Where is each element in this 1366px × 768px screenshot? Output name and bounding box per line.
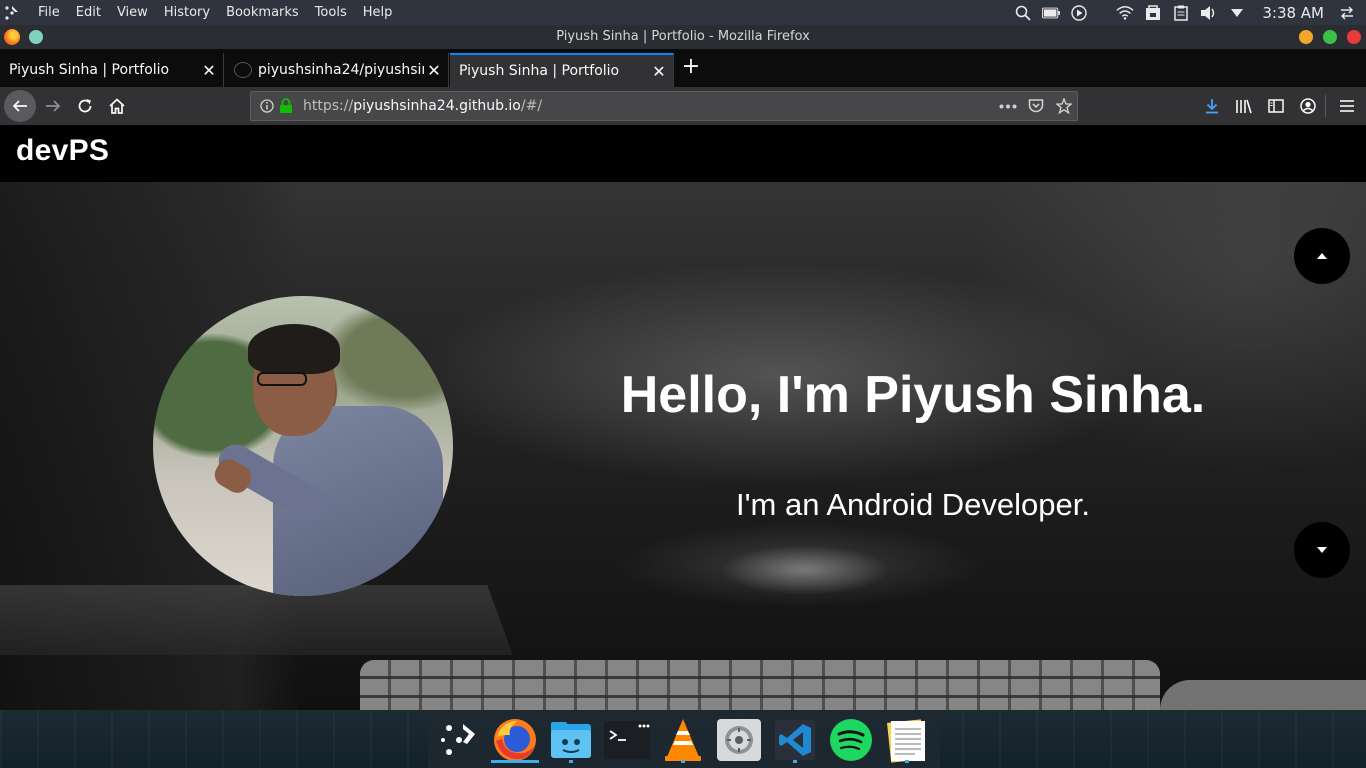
url-text: https://piyushsinha24.github.io/#/ xyxy=(303,92,542,120)
library-button[interactable] xyxy=(1228,90,1260,122)
menu-edit[interactable]: Edit xyxy=(68,0,109,25)
hamburger-icon xyxy=(1340,100,1354,112)
clipboard-icon[interactable] xyxy=(1172,4,1190,22)
tab-label: piyushsinha24/piyushsinha xyxy=(258,62,424,78)
home-button[interactable] xyxy=(101,90,133,122)
system-tray: 3:38 AM xyxy=(1014,0,1366,25)
menu-view[interactable]: View xyxy=(109,0,156,25)
menu-history[interactable]: History xyxy=(156,0,218,25)
file-manager-icon[interactable] xyxy=(547,717,595,763)
account-icon xyxy=(1300,98,1316,114)
wifi-icon[interactable] xyxy=(1116,4,1134,22)
hero-section: Hello, I'm Piyush Sinha. I'm an Android … xyxy=(0,125,1366,710)
window-titlebar[interactable]: Piyush Sinha | Portfolio - Mozilla Firef… xyxy=(0,25,1366,49)
hero-role: I'm an Android Developer. xyxy=(735,487,1091,522)
background-mouse xyxy=(1160,680,1366,710)
profile-photo xyxy=(153,296,453,596)
vlc-icon[interactable] xyxy=(659,717,707,763)
app-launcher-icon[interactable] xyxy=(435,717,483,763)
window-title: Piyush Sinha | Portfolio - Mozilla Firef… xyxy=(556,29,810,44)
running-indicator xyxy=(681,760,685,763)
close-icon[interactable]: ✕ xyxy=(199,61,219,80)
photo-hair xyxy=(248,324,340,374)
running-indicator xyxy=(569,760,573,763)
clock[interactable]: 3:38 AM xyxy=(1262,4,1324,22)
vault-icon[interactable] xyxy=(1144,4,1162,22)
vscode-icon[interactable] xyxy=(771,717,819,763)
menu-help[interactable]: Help xyxy=(355,0,401,25)
running-indicator xyxy=(905,760,909,763)
app-menu-icon[interactable] xyxy=(0,0,24,25)
tab-label: Piyush Sinha | Portfolio xyxy=(459,63,620,79)
system-menubar: File Edit View History Bookmarks Tools H… xyxy=(0,0,1366,25)
menu-bookmarks[interactable]: Bookmarks xyxy=(218,0,307,25)
address-bar[interactable]: https://piyushsinha24.github.io/#/ xyxy=(250,91,1078,121)
caret-up-icon xyxy=(1317,253,1327,259)
sidebar-icon xyxy=(1268,99,1284,113)
arrow-right-icon xyxy=(46,100,61,112)
search-icon[interactable] xyxy=(1014,4,1032,22)
home-icon xyxy=(109,98,125,114)
reload-icon xyxy=(78,99,92,113)
running-indicator xyxy=(491,760,539,763)
url-host: piyushsinha24.github.io xyxy=(353,98,521,114)
account-button[interactable] xyxy=(1292,90,1324,122)
back-button[interactable] xyxy=(4,90,36,122)
toolbar-divider xyxy=(1325,95,1326,117)
dock xyxy=(0,710,1366,768)
minimize-button[interactable] xyxy=(1299,30,1313,44)
firefox-dock-icon[interactable] xyxy=(491,717,539,763)
background-keyboard-rows xyxy=(360,660,1160,710)
volume-icon[interactable] xyxy=(1200,4,1218,22)
scroll-up-button[interactable] xyxy=(1294,228,1350,284)
library-icon xyxy=(1236,99,1252,114)
hamburger-menu-button[interactable] xyxy=(1331,90,1363,122)
site-navbar: devPS xyxy=(0,125,1366,182)
menu-tools[interactable]: Tools xyxy=(307,0,355,25)
close-icon[interactable]: ✕ xyxy=(649,62,669,81)
close-icon[interactable]: ✕ xyxy=(424,61,444,80)
battery-icon[interactable] xyxy=(1042,4,1061,22)
arrow-left-icon xyxy=(12,100,27,112)
lock-icon[interactable] xyxy=(279,98,293,114)
web-page: Hello, I'm Piyush Sinha. I'm an Android … xyxy=(0,125,1366,710)
github-icon xyxy=(234,62,252,78)
chevron-down-icon[interactable] xyxy=(1228,4,1246,22)
running-indicator xyxy=(793,760,797,763)
background-cup xyxy=(720,545,890,595)
menu-file[interactable]: File xyxy=(30,0,68,25)
info-icon[interactable] xyxy=(260,99,274,113)
sidebar-toggle-button[interactable] xyxy=(1260,90,1292,122)
system-settings-icon[interactable] xyxy=(715,717,763,763)
caret-down-icon xyxy=(1317,547,1327,553)
pocket-icon[interactable] xyxy=(1028,98,1044,114)
photo-glasses xyxy=(257,372,307,386)
close-window-button[interactable] xyxy=(1347,30,1361,44)
site-brand[interactable]: devPS xyxy=(16,134,109,168)
tab-portfolio-active[interactable]: Piyush Sinha | Portfolio ✕ xyxy=(450,53,674,87)
tab-strip: Piyush Sinha | Portfolio ✕ piyushsinha24… xyxy=(0,49,1366,87)
tab-label: Piyush Sinha | Portfolio xyxy=(9,62,170,78)
url-scheme: https:// xyxy=(303,98,354,114)
tab-github[interactable]: piyushsinha24/piyushsinha ✕ xyxy=(225,53,449,87)
downloads-button[interactable] xyxy=(1196,90,1228,122)
bookmark-star-icon[interactable] xyxy=(1056,98,1072,114)
notes-icon[interactable] xyxy=(883,717,931,763)
app-menubar: File Edit View History Bookmarks Tools H… xyxy=(30,0,400,25)
url-path: /#/ xyxy=(520,98,543,114)
forward-button[interactable] xyxy=(37,90,69,122)
hero-greeting: Hello, I'm Piyush Sinha. xyxy=(620,366,1206,424)
download-icon xyxy=(1206,99,1218,114)
terminal-icon[interactable] xyxy=(603,717,651,763)
page-actions-icon[interactable] xyxy=(999,104,1017,109)
new-tab-button[interactable]: + xyxy=(680,56,702,79)
switch-icon[interactable] xyxy=(1338,4,1356,22)
reload-button[interactable] xyxy=(69,90,101,122)
tab-portfolio-1[interactable]: Piyush Sinha | Portfolio ✕ xyxy=(0,53,224,87)
spotify-icon[interactable] xyxy=(827,717,875,763)
scroll-down-button[interactable] xyxy=(1294,522,1350,578)
media-player-icon[interactable] xyxy=(1070,4,1088,22)
maximize-button[interactable] xyxy=(1323,30,1337,44)
navigation-toolbar: https://piyushsinha24.github.io/#/ xyxy=(0,87,1366,125)
